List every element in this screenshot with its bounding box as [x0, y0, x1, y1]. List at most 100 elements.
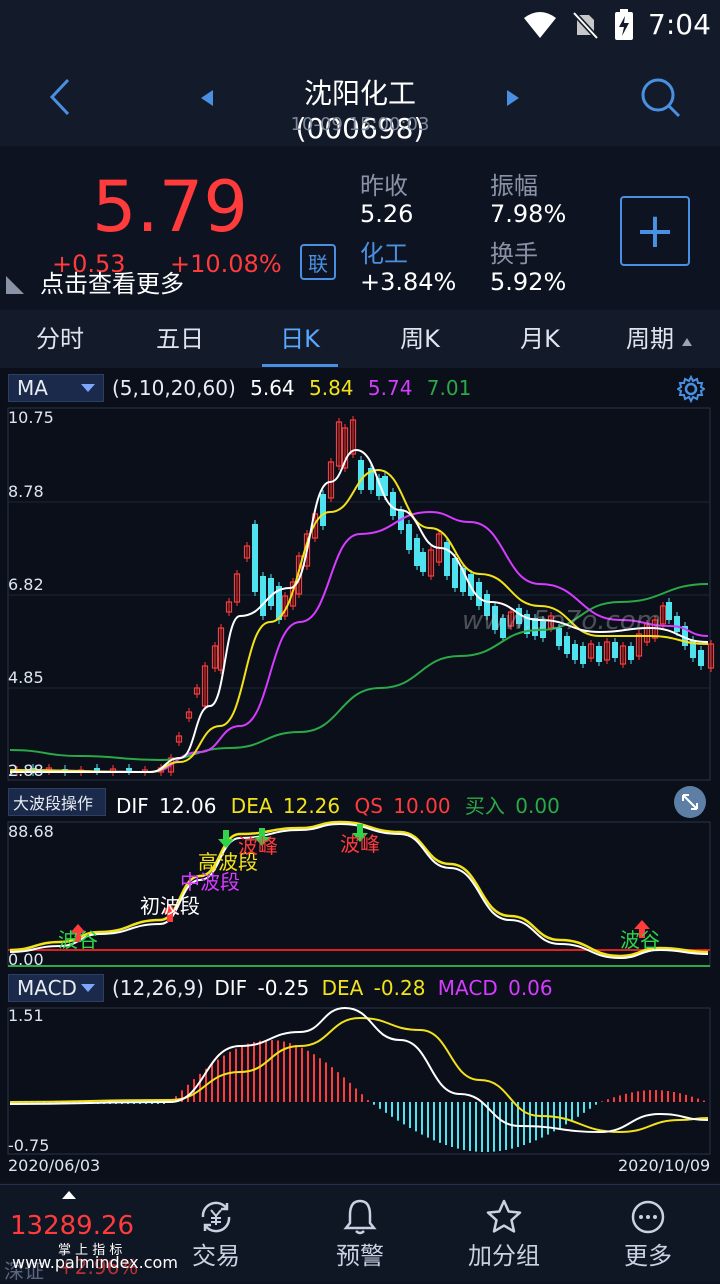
macd-dif-value: -0.25: [257, 976, 310, 1000]
quote-timestamp: 10-09 15:00:03: [290, 114, 430, 135]
macd-macd-value: 0.06: [508, 976, 553, 1000]
macd-chart[interactable]: [0, 1006, 720, 1156]
tab-monthly-k[interactable]: 月K: [480, 310, 600, 368]
ma60-value: 7.01: [426, 376, 472, 400]
wave-y-label-top: 88.68: [8, 822, 54, 841]
x-axis-end-date: 2020/10/09: [618, 1156, 711, 1175]
candle-body: [572, 644, 578, 660]
kline-panel[interactable]: MA (5,10,20,60) 5.64 5.84 5.74 7.01 10.7…: [0, 368, 720, 782]
nav-add-group-label: 加分组: [468, 1242, 540, 1270]
kline-chart[interactable]: [0, 406, 720, 782]
ma-y-label-1: 10.75: [8, 408, 54, 427]
wave-label-peak-1: 波峰: [238, 834, 278, 858]
candle-body: [476, 582, 482, 606]
stock-header: 沈阳化工(000698) 10-09 15:00:03: [0, 50, 720, 147]
chevron-down-icon: [81, 984, 95, 992]
wave-indicator-dropdown[interactable]: 大波段操作: [8, 788, 106, 816]
ma-y-label-4: 4.85: [8, 668, 44, 687]
macd-legend: (12,26,9) DIF -0.25 DEA -0.28 MACD 0.06: [112, 976, 553, 1000]
candle-body: [358, 460, 364, 490]
nav-more[interactable]: 更多: [588, 1185, 708, 1281]
x-axis-start-date: 2020/06/03: [8, 1156, 101, 1175]
candle-body: [414, 538, 420, 566]
wave-legend: DIF 12.06 DEA 12.26 QS 10.00 买入 0.00: [116, 790, 560, 819]
candle-body: [390, 492, 396, 516]
index-value[interactable]: 13289.26: [10, 1211, 134, 1241]
yuan-refresh-icon: [156, 1195, 276, 1239]
chevron-left-icon[interactable]: [40, 72, 80, 122]
nav-alert-label: 预警: [336, 1242, 384, 1270]
macd-y-label-bottom: -0.75: [8, 1136, 50, 1155]
quote-panel[interactable]: 5.79 +0.53 +10.08% 点击查看更多 联 昨收 5.26 振幅 7…: [0, 146, 720, 310]
nav-alert[interactable]: 预警: [300, 1185, 420, 1281]
candle-body: [564, 636, 570, 654]
ma-params: (5,10,20,60): [112, 376, 236, 400]
sector-label[interactable]: 化工: [360, 234, 408, 269]
wave-buy-label: 买入: [464, 794, 505, 818]
candle-body: [580, 646, 586, 664]
candle-body: [444, 542, 450, 576]
nav-trade[interactable]: 交易: [156, 1185, 276, 1281]
chart-watermark: www.5o7o.com: [462, 606, 662, 636]
wave-qs-label: QS: [354, 794, 383, 818]
linked-button-label: 联: [308, 251, 328, 276]
triangle-right-icon[interactable]: [502, 84, 524, 112]
turnover-label: 换手: [490, 240, 538, 268]
add-watchlist-button[interactable]: +: [620, 196, 690, 266]
macd-macd-label: MACD: [437, 976, 498, 1000]
candle-body: [268, 578, 274, 606]
candle-body: [666, 602, 672, 620]
wifi-icon: [522, 10, 558, 40]
macd-panel[interactable]: MACD (12,26,9) DIF -0.25 DEA -0.28 MACD …: [0, 972, 720, 1182]
candle-body: [452, 558, 458, 588]
settings-gear-icon[interactable]: [676, 374, 706, 404]
corner-triangle-icon: [6, 276, 24, 294]
ma-y-label-3: 6.82: [8, 575, 44, 594]
ma-indicator-dropdown[interactable]: MA: [8, 374, 104, 402]
macd-dea-label: DEA: [321, 976, 364, 1000]
wave-label-trough-1: 波谷: [58, 928, 98, 952]
wave-dea-label: DEA: [230, 794, 273, 818]
more-info-link[interactable]: 点击查看更多: [40, 264, 184, 299]
macd-indicator-dropdown[interactable]: MACD: [8, 974, 104, 1002]
macd-dea-value: -0.28: [373, 976, 426, 1000]
ma-indicator-label: MA: [17, 376, 48, 400]
price-change-pct: +10.08%: [170, 250, 282, 278]
wave-panel[interactable]: 大波段操作 DIF 12.06 DEA 12.26 QS 10.00 买入 0.…: [0, 782, 720, 972]
macd-y-label-top: 1.51: [8, 1006, 44, 1025]
ma-y-label-2: 8.78: [8, 482, 44, 501]
candle-body: [698, 650, 704, 666]
bell-icon: [300, 1195, 420, 1239]
tab-daily-k[interactable]: 日K: [240, 310, 360, 368]
last-price: 5.79: [92, 166, 248, 248]
battery-charging-icon: [612, 8, 636, 42]
amplitude-label: 振幅: [490, 172, 538, 200]
wave-y-label-bottom: 0.00: [8, 950, 44, 969]
candle-body: [612, 642, 618, 658]
candle-body: [406, 524, 412, 550]
ma-y-label-5: 2.88: [8, 761, 44, 780]
wave-label-trough-2: 波谷: [620, 928, 660, 952]
linked-button[interactable]: 联: [300, 244, 336, 280]
macd-indicator-label: MACD: [17, 976, 77, 1000]
sector-value: +3.84%: [360, 268, 457, 296]
status-bar: 7:04: [0, 0, 720, 50]
nav-trade-label: 交易: [192, 1242, 240, 1270]
tab-intraday[interactable]: 分时: [0, 310, 120, 368]
star-icon: [444, 1195, 564, 1239]
triangle-left-icon[interactable]: [196, 84, 218, 112]
index-chevron-up-icon[interactable]: [62, 1191, 76, 1199]
wave-dif-value: 12.06: [159, 794, 217, 818]
tab-five-day[interactable]: 五日: [120, 310, 240, 368]
ma20-line: [9, 510, 709, 774]
wave-label-peak-2: 波峰: [340, 832, 380, 856]
tab-weekly-k[interactable]: 周K: [360, 310, 480, 368]
index-watermark-url: www.palmindex.com: [12, 1253, 178, 1272]
search-icon[interactable]: [636, 72, 684, 122]
nav-add-group[interactable]: 加分组: [444, 1185, 564, 1281]
macd-dea-line: [9, 1016, 709, 1134]
candle-body: [126, 768, 132, 771]
macd-dif-label: DIF: [214, 976, 248, 1000]
expand-icon[interactable]: [674, 786, 706, 818]
period-caret-shape: [682, 338, 692, 346]
